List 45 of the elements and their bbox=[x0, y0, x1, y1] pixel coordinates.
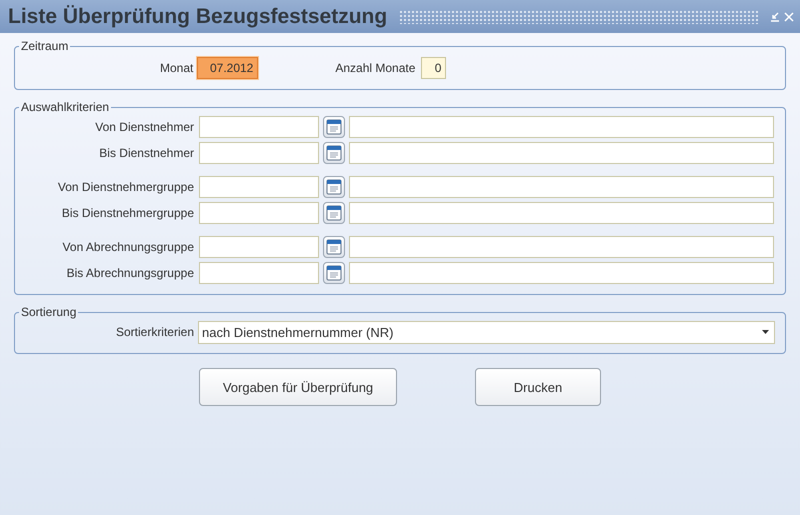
panel-legend: Auswahlkriterien bbox=[19, 100, 112, 114]
input-field[interactable] bbox=[199, 176, 319, 198]
input-field[interactable] bbox=[199, 262, 319, 284]
input-field[interactable] bbox=[349, 176, 774, 198]
input-field[interactable]: 07.2012 bbox=[197, 57, 258, 79]
lookup-button[interactable] bbox=[323, 116, 345, 138]
field-label: Von Abrechnungsgruppe bbox=[62, 240, 194, 254]
calendar-icon bbox=[326, 265, 342, 281]
input-field[interactable] bbox=[199, 202, 319, 224]
field-label: Anzahl Monate bbox=[335, 61, 416, 75]
dropdown[interactable]: nach Dienstnehmernummer (NR) bbox=[198, 320, 775, 344]
field-label: Sortierkriterien bbox=[114, 325, 194, 339]
calendar-icon bbox=[326, 239, 342, 255]
input-field[interactable] bbox=[349, 116, 774, 138]
field-label: Von Dienstnehmer bbox=[94, 120, 194, 134]
calendar-icon bbox=[326, 145, 342, 161]
field-label: Monat bbox=[160, 61, 194, 75]
field-label: Bis Dienstnehmergruppe bbox=[60, 206, 194, 220]
field-label: Bis Dienstnehmer bbox=[98, 146, 194, 160]
calendar-icon bbox=[326, 119, 342, 135]
input-field[interactable] bbox=[349, 236, 774, 258]
minimize-icon[interactable] bbox=[770, 12, 780, 22]
field-label: Von Dienstnehmergruppe bbox=[56, 180, 194, 194]
close-icon[interactable] bbox=[784, 12, 794, 22]
calendar-icon bbox=[326, 179, 342, 195]
dropdown-arrow-icon bbox=[762, 330, 769, 334]
action-button[interactable]: Drucken bbox=[475, 368, 601, 406]
input-field[interactable] bbox=[199, 116, 319, 138]
lookup-button[interactable] bbox=[323, 262, 345, 284]
lookup-button[interactable] bbox=[323, 176, 345, 198]
input-field[interactable]: 0 bbox=[421, 57, 446, 79]
lookup-button[interactable] bbox=[323, 202, 345, 224]
input-field[interactable] bbox=[199, 142, 319, 164]
input-field[interactable] bbox=[199, 236, 319, 258]
input-field[interactable] bbox=[349, 202, 774, 224]
action-button[interactable]: Vorgaben für Überprüfung bbox=[199, 368, 397, 406]
input-field[interactable] bbox=[349, 262, 774, 284]
panel-legend: Zeitraum bbox=[19, 39, 70, 53]
input-field[interactable] bbox=[349, 142, 774, 164]
calendar-icon bbox=[326, 205, 342, 221]
window-title: Liste Überprüfung Bezugsfestsetzung bbox=[8, 4, 388, 28]
lookup-button[interactable] bbox=[323, 236, 345, 258]
lookup-button[interactable] bbox=[323, 142, 345, 164]
field-label: Bis Abrechnungsgruppe bbox=[66, 266, 194, 280]
panel-legend: Sortierung bbox=[19, 305, 78, 319]
